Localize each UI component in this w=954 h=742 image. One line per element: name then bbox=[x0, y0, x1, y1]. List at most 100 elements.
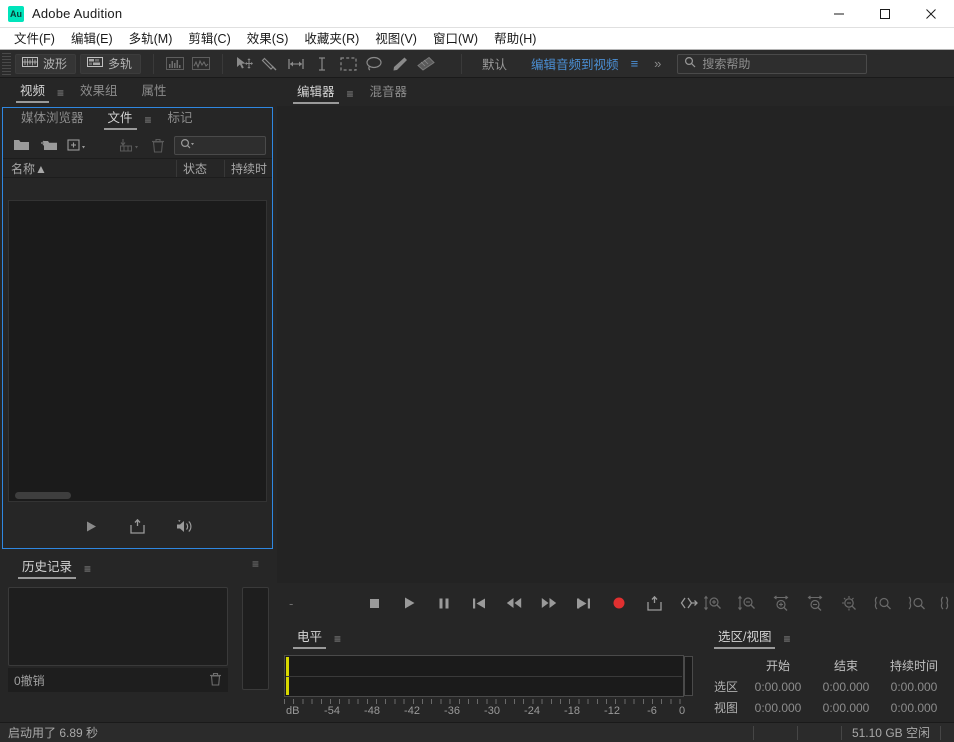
menu-file[interactable]: 文件(F) bbox=[6, 28, 63, 50]
fast-forward-icon[interactable] bbox=[538, 591, 560, 615]
tab-files[interactable]: 文件 bbox=[96, 106, 145, 132]
menu-help[interactable]: 帮助(H) bbox=[486, 28, 544, 50]
pause-icon[interactable] bbox=[433, 591, 455, 615]
chevron-double-right-icon[interactable]: » bbox=[644, 56, 671, 71]
selection-start-field[interactable]: 0:00.000 bbox=[744, 680, 812, 694]
toolbar-grip[interactable] bbox=[2, 52, 11, 75]
level-tick-label: 0 bbox=[678, 705, 686, 717]
multitrack-mode-button[interactable]: 多轨 bbox=[80, 53, 142, 74]
open-file-icon[interactable] bbox=[9, 134, 33, 156]
level-meter-clip-indicator[interactable] bbox=[684, 656, 693, 696]
zoom-in-time-icon[interactable] bbox=[768, 591, 794, 615]
menu-window[interactable]: 窗口(W) bbox=[425, 28, 486, 50]
selection-view-panel-tabs: 选区/视图 ≡ bbox=[698, 625, 954, 651]
rewind-icon[interactable] bbox=[503, 591, 525, 615]
menu-effects[interactable]: 效果(S) bbox=[239, 28, 297, 50]
time-selection-tool-icon[interactable] bbox=[309, 53, 335, 75]
hamburger-icon[interactable]: ≡ bbox=[625, 56, 645, 71]
column-header-duration[interactable]: 持续时 bbox=[224, 159, 272, 177]
delete-file-icon[interactable] bbox=[146, 134, 170, 156]
tab-effects-rack[interactable]: 效果组 bbox=[68, 79, 130, 105]
menu-favorites[interactable]: 收藏夹(R) bbox=[296, 28, 367, 50]
trash-icon[interactable] bbox=[209, 672, 222, 689]
zoom-out-full-icon[interactable] bbox=[836, 591, 862, 615]
new-file-icon[interactable] bbox=[65, 134, 89, 156]
zoom-to-selection-in-point-icon[interactable] bbox=[870, 591, 896, 615]
zoom-to-selection-icon[interactable] bbox=[938, 591, 950, 615]
razor-tool-icon[interactable] bbox=[257, 53, 283, 75]
spectral-pitch-icon[interactable] bbox=[188, 53, 214, 75]
level-tick-label: -54 bbox=[324, 705, 340, 717]
selection-view-menu-hamburger-icon[interactable]: ≡ bbox=[783, 627, 794, 651]
files-search-input[interactable] bbox=[174, 135, 266, 155]
tab-selection-view[interactable]: 选区/视图 bbox=[706, 625, 783, 651]
play-icon[interactable] bbox=[398, 591, 420, 615]
insert-into-multitrack-icon[interactable] bbox=[126, 515, 150, 537]
zoom-in-amplitude-icon[interactable] bbox=[700, 591, 726, 615]
video-panel-menu-hamburger-icon[interactable]: ≡ bbox=[57, 81, 68, 105]
history-list[interactable] bbox=[8, 587, 228, 666]
zoom-buttons bbox=[700, 591, 954, 615]
column-header-status[interactable]: 状态 bbox=[176, 159, 224, 177]
menu-multitrack[interactable]: 多轨(M) bbox=[121, 28, 181, 50]
selection-duration-field[interactable]: 0:00.000 bbox=[880, 680, 948, 694]
workspace-active-button[interactable]: 编辑音频到视频 bbox=[519, 54, 625, 73]
levels-panel-menu-hamburger-icon[interactable]: ≡ bbox=[334, 627, 345, 651]
skip-selection-icon[interactable] bbox=[678, 591, 700, 615]
search-icon bbox=[180, 138, 194, 153]
view-end-field[interactable]: 0:00.000 bbox=[812, 701, 880, 715]
close-icon[interactable] bbox=[908, 0, 954, 28]
waveform-mode-label: 波形 bbox=[43, 57, 68, 71]
files-horizontal-scrollbar[interactable] bbox=[15, 492, 71, 499]
tab-editor[interactable]: 编辑器 bbox=[285, 80, 347, 106]
column-header-name[interactable]: 名称▲ bbox=[3, 160, 176, 177]
tab-properties[interactable]: 属性 bbox=[130, 79, 179, 105]
collapsed-side-panel-body[interactable] bbox=[242, 587, 269, 690]
tab-history[interactable]: 历史记录 bbox=[10, 555, 84, 581]
tab-mixer[interactable]: 混音器 bbox=[358, 80, 420, 106]
minimize-icon[interactable] bbox=[816, 0, 862, 28]
video-panel-tabs: 视频 ≡ 效果组 属性 bbox=[0, 78, 275, 105]
lasso-selection-tool-icon[interactable] bbox=[361, 53, 387, 75]
collapsed-side-panel-menu-hamburger-icon[interactable]: ≡ bbox=[238, 553, 273, 581]
history-panel-menu-hamburger-icon[interactable]: ≡ bbox=[84, 557, 95, 581]
tab-media-browser[interactable]: 媒体浏览器 bbox=[9, 106, 96, 132]
skip-to-end-icon[interactable] bbox=[573, 591, 595, 615]
menu-edit[interactable]: 编辑(E) bbox=[63, 28, 121, 50]
waveform-canvas[interactable] bbox=[277, 106, 954, 583]
slip-tool-icon[interactable] bbox=[283, 53, 309, 75]
view-duration-field[interactable]: 0:00.000 bbox=[880, 701, 948, 715]
maximize-icon[interactable] bbox=[862, 0, 908, 28]
zoom-out-time-icon[interactable] bbox=[802, 591, 828, 615]
stop-icon[interactable] bbox=[363, 591, 385, 615]
menu-clip[interactable]: 剪辑(C) bbox=[180, 28, 238, 50]
files-panel-menu-hamburger-icon[interactable]: ≡ bbox=[145, 108, 156, 132]
tab-properties-label: 属性 bbox=[141, 84, 167, 98]
tab-video[interactable]: 视频 bbox=[8, 79, 57, 105]
zoom-out-amplitude-icon[interactable] bbox=[734, 591, 760, 615]
editor-panel-menu-hamburger-icon[interactable]: ≡ bbox=[347, 82, 358, 106]
loop-playback-icon[interactable] bbox=[643, 591, 665, 615]
move-tool-icon[interactable] bbox=[231, 53, 257, 75]
search-help-input[interactable]: 搜索帮助 bbox=[677, 53, 868, 74]
tab-levels[interactable]: 电平 bbox=[285, 625, 334, 651]
import-folder-icon[interactable] bbox=[37, 134, 61, 156]
auto-play-icon[interactable] bbox=[172, 515, 196, 537]
play-icon[interactable] bbox=[80, 515, 104, 537]
view-start-field[interactable]: 0:00.000 bbox=[744, 701, 812, 715]
save-file-icon[interactable] bbox=[118, 134, 142, 156]
files-list[interactable] bbox=[8, 200, 267, 502]
spot-healing-brush-icon[interactable] bbox=[413, 53, 439, 75]
record-icon[interactable] bbox=[608, 591, 630, 615]
menu-view[interactable]: 视图(V) bbox=[367, 28, 425, 50]
selection-end-field[interactable]: 0:00.000 bbox=[812, 680, 880, 694]
workspace-default-button[interactable]: 默认 bbox=[470, 54, 519, 73]
tab-markers[interactable]: 标记 bbox=[156, 106, 205, 132]
spectral-frequency-icon[interactable] bbox=[162, 53, 188, 75]
level-meter[interactable] bbox=[284, 655, 693, 697]
marquee-selection-tool-icon[interactable] bbox=[335, 53, 361, 75]
skip-to-start-icon[interactable] bbox=[468, 591, 490, 615]
waveform-mode-button[interactable]: 波形 bbox=[15, 53, 77, 74]
paintbrush-selection-tool-icon[interactable] bbox=[387, 53, 413, 75]
zoom-to-selection-out-point-icon[interactable] bbox=[904, 591, 930, 615]
